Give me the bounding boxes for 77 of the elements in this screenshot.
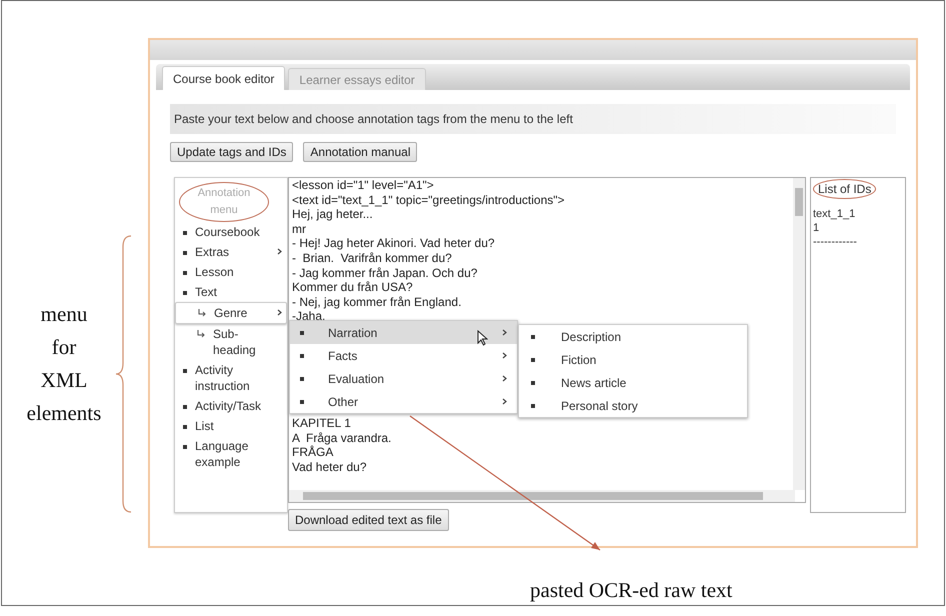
menu-item[interactable]: Language example xyxy=(175,436,287,472)
editor-line: - Jag kommer från Japan. Och du? xyxy=(292,266,478,280)
chevron-icon xyxy=(277,248,282,255)
menu-item[interactable]: Coursebook xyxy=(175,222,287,242)
menu-item[interactable]: List xyxy=(175,416,287,436)
annotation-label: elements xyxy=(26,400,102,427)
editor-line: FRÅGA xyxy=(292,445,334,460)
editor-line: -Jaha. xyxy=(292,309,326,324)
bullet-icon xyxy=(183,445,187,449)
menu-item[interactable]: Activity/Task xyxy=(175,396,287,416)
chevron-icon xyxy=(502,352,507,359)
menu-title: Annotation menu xyxy=(179,182,269,222)
id-entry: text_1_1 xyxy=(813,207,856,221)
menu-item[interactable]: News article xyxy=(519,371,747,394)
menu-item[interactable]: Other xyxy=(290,390,517,413)
bullet-icon xyxy=(531,334,535,338)
annotation-label: XML xyxy=(40,367,88,394)
bullet-icon xyxy=(300,330,304,334)
editor-line: - Hej! Jag heter Akinori. Vad heter du? xyxy=(292,236,496,251)
editor-line: A Fråga varandra. xyxy=(292,430,392,446)
menu-item[interactable]: Personal story xyxy=(519,394,747,417)
id-entry: 1 xyxy=(813,221,820,235)
menu-item[interactable]: Fiction xyxy=(519,348,747,371)
bullet-icon xyxy=(300,354,304,358)
editor-line: - Nej, jag kommer från England. xyxy=(292,294,462,310)
editor-line: KAPITEL 1 xyxy=(292,416,352,431)
annotation-label: for xyxy=(52,334,76,361)
bullet-icon xyxy=(183,369,187,373)
mouse-pointer-icon xyxy=(477,330,488,346)
menu-item[interactable]: Extras xyxy=(175,242,287,262)
editor-line: Hej, jag heter... xyxy=(292,207,374,222)
bullet-icon xyxy=(183,251,187,255)
menu-item[interactable]: Lesson xyxy=(175,262,287,282)
annotation-label: menu xyxy=(40,301,88,328)
bullet-icon xyxy=(300,376,304,380)
horizontal-scrollbar[interactable] xyxy=(289,490,795,502)
editor-line: <lesson id="1" level="A1"> xyxy=(292,178,435,193)
bullet-icon xyxy=(531,404,535,408)
chevron-icon xyxy=(502,398,507,405)
bullet-icon xyxy=(183,271,187,275)
download-button[interactable]: Download edited text as file xyxy=(288,509,449,531)
chevron-icon xyxy=(277,309,282,316)
chevron-icon xyxy=(502,329,507,336)
editor-line: - Brian. Varifrån kommer du? xyxy=(292,250,453,266)
bullet-icon xyxy=(183,425,187,429)
annotation-label: pasted OCR-ed raw text xyxy=(530,577,732,604)
bullet-icon xyxy=(183,231,187,235)
menu-item[interactable]: Activity instruction xyxy=(175,360,287,396)
menu-item[interactable]: Evaluation xyxy=(290,367,517,390)
vertical-scrollbar[interactable] xyxy=(793,178,805,490)
id-entry: ------------ xyxy=(813,235,857,249)
chevron-icon xyxy=(502,375,507,382)
bullet-icon xyxy=(531,380,535,384)
indent-arrow-icon xyxy=(198,309,206,317)
indent-arrow-icon xyxy=(197,330,205,338)
menu-item[interactable]: Text xyxy=(175,282,287,302)
editor-line: Kommer du från USA? xyxy=(292,280,414,295)
menu-item[interactable]: Narration xyxy=(290,321,517,344)
menu-item[interactable]: Sub-heading xyxy=(175,324,287,360)
tab[interactable]: Course book editor xyxy=(162,66,286,90)
toolbar-button[interactable]: Update tags and IDs xyxy=(170,142,294,162)
bullet-icon xyxy=(183,291,187,295)
menu-item[interactable]: Description xyxy=(519,325,747,348)
bullet-icon xyxy=(531,358,535,362)
editor-line: <text id="text_1_1" topic="greetings/introductions"> xyxy=(292,192,565,208)
editor-line: mr xyxy=(292,222,307,236)
editor-line: Vad heter du? xyxy=(292,460,368,474)
toolbar-button[interactable]: Annotation manual xyxy=(303,142,418,162)
scrollbar-thumb[interactable] xyxy=(303,492,763,500)
ids-title: List of IDs xyxy=(813,179,876,199)
bullet-icon xyxy=(300,400,304,404)
instruction-bar: Paste your text below and choose annotation tags from the menu to the left xyxy=(170,104,896,134)
menu-item[interactable]: Facts xyxy=(290,344,517,367)
text-editor[interactable] xyxy=(288,177,806,503)
scrollbar-thumb[interactable] xyxy=(795,188,803,216)
menu-item[interactable]: Genre xyxy=(175,302,287,324)
bullet-icon xyxy=(183,405,187,409)
